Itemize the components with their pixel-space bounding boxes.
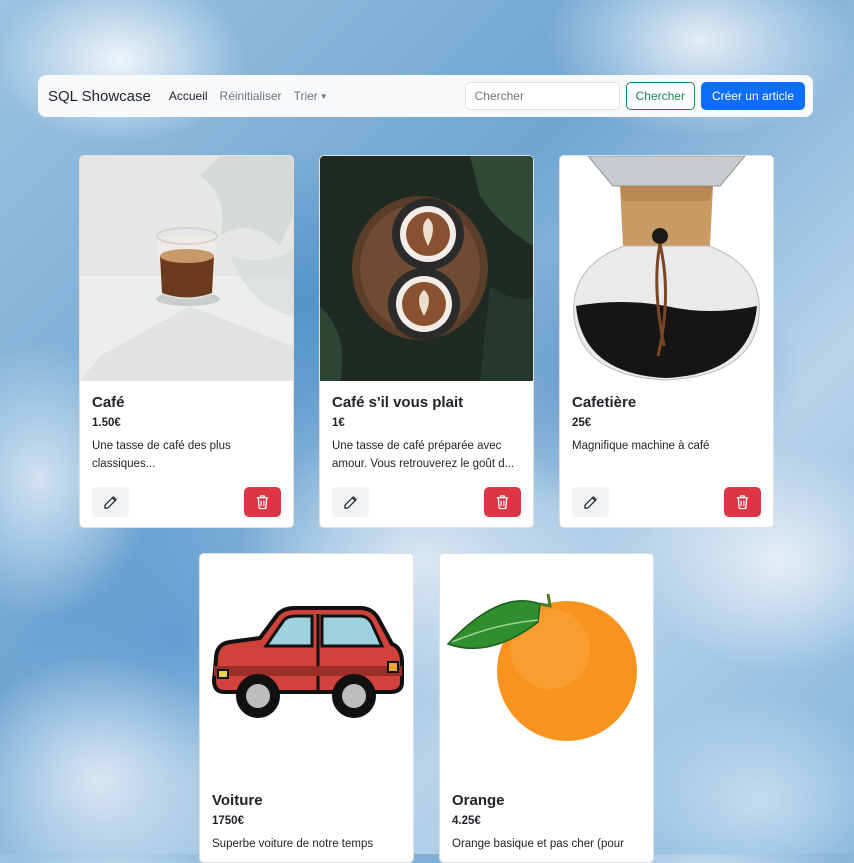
card-description: Une tasse de café des plus classiques...	[92, 440, 231, 470]
card-description: Orange basique et pas cher (pour	[452, 838, 624, 850]
product-card: Cafetière 25€ Magnifique machine à café	[559, 155, 774, 528]
pencil-icon	[104, 495, 117, 509]
card-price: 1€	[332, 417, 345, 429]
trash-icon	[256, 495, 269, 510]
card-title: Cafetière	[572, 394, 637, 411]
card-image	[320, 156, 533, 381]
card-description: Superbe voiture de notre temps	[212, 838, 374, 850]
coffee-glass-image	[80, 156, 293, 381]
nav-link-reinitialiser[interactable]: Réinitialiser	[220, 89, 282, 103]
card-title: Voiture	[212, 792, 263, 809]
sort-dropdown-label: Trier	[293, 89, 318, 103]
caret-down-icon: ▼	[319, 92, 328, 102]
card-description: Une tasse de café préparée avec amour. V…	[332, 440, 515, 470]
card-description: Magnifique machine à café	[572, 440, 710, 452]
coffee-maker-image	[560, 156, 773, 381]
navbar: SQL Showcase Accueil Réinitialiser Trier…	[38, 75, 813, 117]
product-card: Orange 4.25€ Orange basique et pas cher …	[439, 553, 654, 863]
edit-button[interactable]	[92, 487, 129, 517]
edit-button[interactable]	[332, 487, 369, 517]
card-price: 25€	[572, 417, 592, 429]
delete-button[interactable]	[724, 487, 761, 517]
card-title: Café	[92, 394, 125, 411]
navbar-brand[interactable]: SQL Showcase	[48, 88, 151, 105]
sort-dropdown[interactable]: Trier ▼	[294, 89, 328, 103]
orange-fruit-image	[440, 554, 653, 779]
card-price: 1.50€	[92, 417, 121, 429]
product-card: Voiture 1750€ Superbe voiture de notre t…	[199, 553, 414, 863]
nav-link-accueil[interactable]: Accueil	[169, 89, 208, 103]
card-image	[560, 156, 773, 381]
trash-icon	[496, 495, 509, 510]
search-input[interactable]	[464, 82, 620, 110]
card-price: 1750€	[212, 815, 244, 827]
latte-cups-image	[320, 156, 533, 381]
card-image	[80, 156, 293, 381]
card-image	[200, 554, 413, 779]
product-card: Café 1.50€ Une tasse de café des plus cl…	[79, 155, 294, 528]
card-price: 4.25€	[452, 815, 481, 827]
trash-icon	[736, 495, 749, 510]
create-article-button[interactable]: Créer un article	[700, 82, 805, 110]
pencil-icon	[344, 495, 357, 509]
delete-button[interactable]	[484, 487, 521, 517]
pencil-icon	[584, 495, 597, 509]
edit-button[interactable]	[572, 487, 609, 517]
search-button[interactable]: Chercher	[625, 82, 695, 110]
card-title: Café s'il vous plait	[332, 394, 464, 411]
card-image	[440, 554, 653, 779]
red-car-image	[200, 554, 413, 779]
delete-button[interactable]	[244, 487, 281, 517]
product-card: Café s'il vous plait 1€ Une tasse de caf…	[319, 155, 534, 528]
card-title: Orange	[452, 792, 505, 809]
